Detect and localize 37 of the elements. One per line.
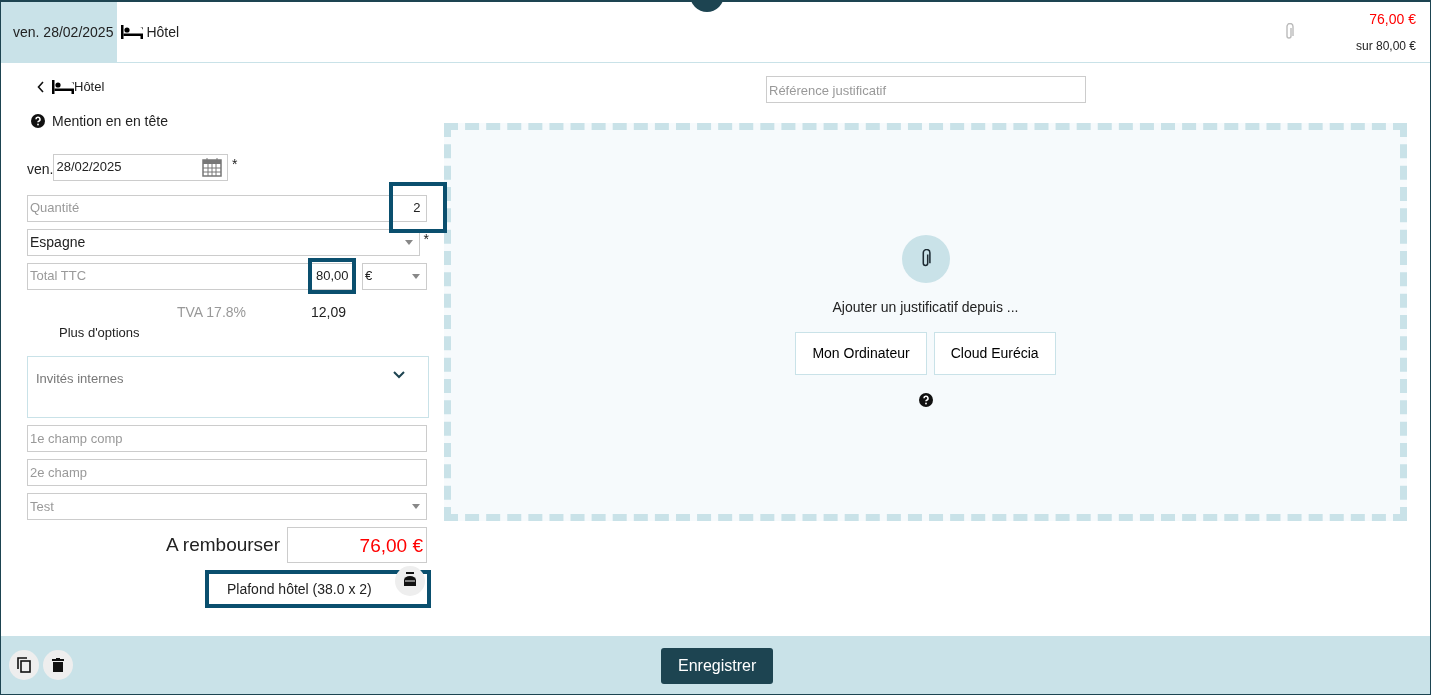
- guests-dropdown[interactable]: Invités internes: [27, 356, 429, 418]
- paperclip-icon: [920, 248, 931, 269]
- vat-amount: 12,09: [311, 302, 347, 322]
- upload-button[interactable]: Mon Ordinateur: [795, 331, 927, 375]
- expense-category: Hôtel: [146, 22, 180, 42]
- copy-button[interactable]: [9, 650, 39, 680]
- help-icon[interactable]: [31, 114, 45, 128]
- limit-text: sur 80,00 €: [1355, 38, 1416, 55]
- bed-icon: [52, 79, 74, 94]
- required-mark: *: [423, 229, 429, 249]
- required-mark: *: [231, 154, 238, 174]
- upload-button[interactable]: Cloud Eurécia: [933, 331, 1056, 375]
- drop-zone[interactable]: Ajouter un justificatif depuis ... Mon Ordinateur Cloud Eurécia: [444, 123, 1407, 521]
- refund-amount: 76,00 €: [287, 527, 427, 563]
- calendar-icon[interactable]: [201, 157, 222, 177]
- more-options-link[interactable]: Plus d'options: [59, 324, 140, 340]
- bed-icon: [120, 25, 143, 39]
- paperclip-icon: [1283, 23, 1294, 41]
- refund-label: A rembourser: [165, 532, 280, 557]
- delete-button[interactable]: [42, 650, 73, 680]
- quantity-field[interactable]: Quantité 2: [27, 194, 427, 222]
- help-icon[interactable]: [918, 392, 933, 407]
- copy-icon: [17, 657, 31, 673]
- day-label: ven.: [27, 159, 54, 179]
- currency-select[interactable]: €: [362, 262, 427, 290]
- country-select[interactable]: Espagne: [27, 228, 421, 256]
- expense-date: ven. 28/02/2025: [13, 22, 114, 42]
- date-field[interactable]: 28/02/2025: [53, 153, 229, 181]
- category-link[interactable]: Hôtel: [74, 77, 105, 97]
- upload-prompt: Ajouter un justificatif depuis ...: [832, 297, 1019, 317]
- vat-label: TVA 17.8%: [177, 302, 247, 322]
- quantity-value: 2: [412, 199, 422, 218]
- trash-icon: [51, 658, 64, 672]
- mention-text: Mention en en tête: [52, 111, 168, 131]
- amount-text: 76,00 €: [1368, 10, 1416, 29]
- save-button[interactable]: Enregistrer: [661, 648, 774, 684]
- back-icon[interactable]: [37, 80, 45, 93]
